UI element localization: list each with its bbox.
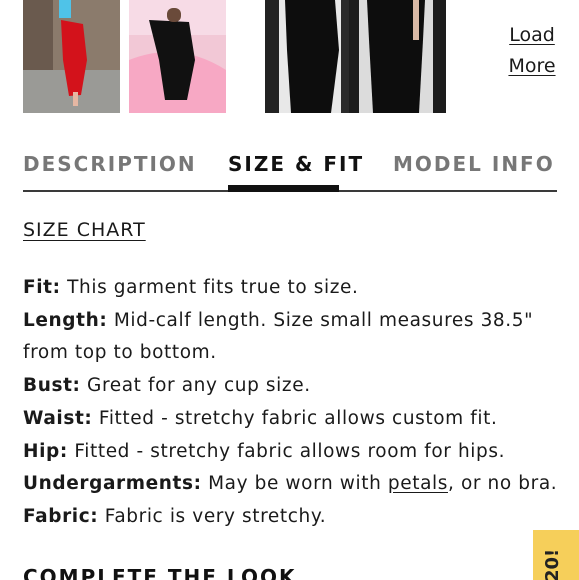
hip-text: Fitted - stretchy fabric allows room for… (67, 440, 506, 462)
gallery-thumbnail-2[interactable] (129, 0, 226, 113)
waist-text: Fitted - stretchy fabric allows custom f… (92, 407, 498, 429)
active-tab-indicator (228, 185, 339, 192)
waist-label: Waist: (23, 407, 93, 429)
product-info-tabs: DESCRIPTION SIZE & FIT MODEL INFO (23, 148, 557, 192)
load-more-button[interactable]: Load More (503, 20, 561, 82)
load-more-label-line1: Load (509, 24, 555, 46)
bust-label: Bust: (23, 375, 81, 397)
undergarments-text-before: May be worn with (201, 473, 388, 495)
size-chart-link[interactable]: SIZE CHART (23, 219, 146, 241)
bust-text: Great for any cup size. (80, 375, 311, 397)
fabric-label: Fabric: (23, 505, 99, 527)
hip-label: Hip: (23, 440, 68, 462)
fabric-text: Fabric is very stretchy. (98, 505, 327, 527)
fit-row: Fit: This garment fits true to size. (23, 272, 563, 305)
bust-row: Bust: Great for any cup size. (23, 370, 563, 403)
gallery-thumbnail-4[interactable] (349, 0, 446, 113)
petals-link[interactable]: petals (388, 473, 448, 494)
load-more-label-line2: More (508, 55, 556, 77)
length-label: Length: (23, 309, 108, 331)
tab-size-and-fit[interactable]: SIZE & FIT (228, 152, 364, 176)
size-fit-details: Fit: This garment fits true to size. Len… (23, 272, 563, 534)
length-row: Length: Mid-calf length. Size small meas… (23, 305, 563, 370)
promo-side-tab-label: 20! (542, 548, 563, 580)
tab-description[interactable]: DESCRIPTION (23, 152, 197, 176)
undergarments-label: Undergarments: (23, 473, 202, 495)
hip-row: Hip: Fitted - stretchy fabric allows roo… (23, 436, 563, 469)
undergarments-row: Undergarments: May be worn with petals, … (23, 468, 563, 501)
fit-label: Fit: (23, 277, 61, 298)
gallery-thumbnail-3[interactable] (265, 0, 362, 113)
fit-text: This garment fits true to size. (60, 277, 359, 298)
product-details-page: Load More DESCRIPTION SIZE & FIT MODEL I… (0, 0, 579, 580)
tab-model-info[interactable]: MODEL INFO (393, 152, 555, 176)
gallery-thumbnail-1[interactable] (23, 0, 120, 113)
undergarments-text-after: , or no bra. (447, 473, 558, 495)
waist-row: Waist: Fitted - stretchy fabric allows c… (23, 403, 563, 436)
complete-the-look-heading: COMPLETE THE LOOK (23, 565, 297, 580)
promo-side-tab[interactable]: 20! (533, 530, 579, 580)
fabric-row: Fabric: Fabric is very stretchy. (23, 501, 563, 534)
